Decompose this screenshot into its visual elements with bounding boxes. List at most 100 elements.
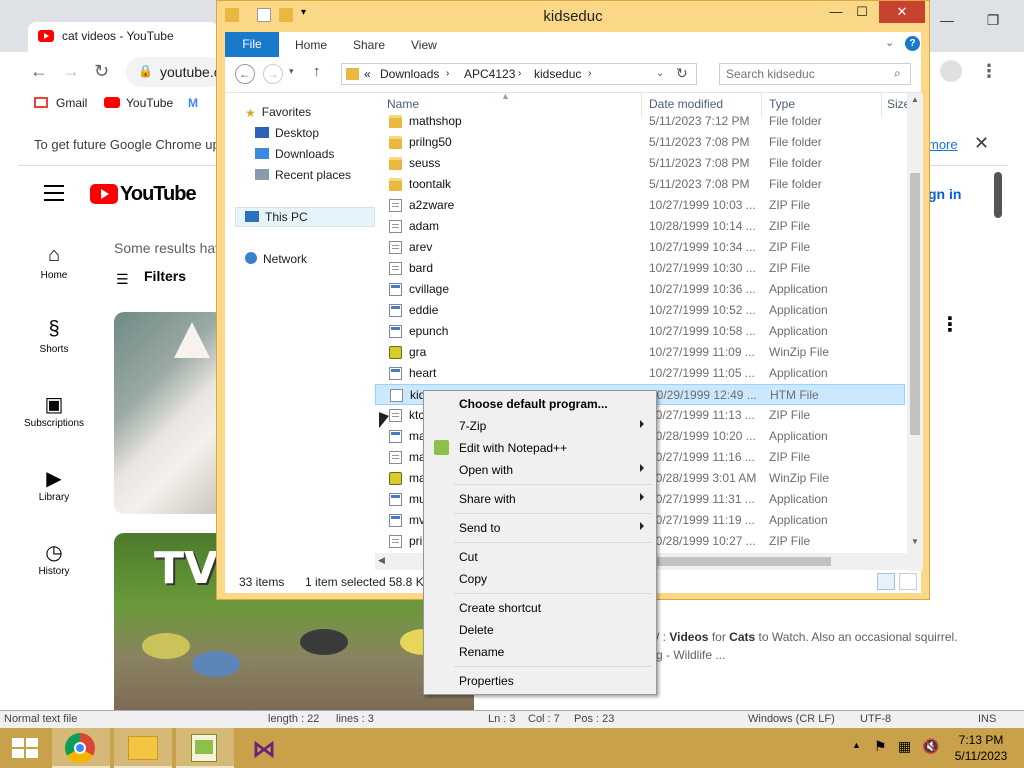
ribbon-expand-icon[interactable]: ⌄ [885,36,894,49]
file-row[interactable]: heart 10/27/1999 11:05 ... Application [375,363,905,384]
up-arrow-icon[interactable]: ↑ [313,63,321,80]
chrome-minimize-button[interactable]: — [934,10,960,30]
chrome-scrollbar-thumb[interactable] [994,172,1002,218]
breadcrumb-chevron-icon[interactable]: › [446,68,449,79]
yt-sidebar-history[interactable]: ◷ History [18,540,90,577]
breadcrumb-kidseduc[interactable]: kidseduc [534,67,581,81]
infobar-learn-more-link[interactable]: more [928,137,958,152]
profile-avatar-icon[interactable] [940,60,962,82]
details-view-icon[interactable] [877,573,895,590]
ribbon-tab-file[interactable]: File [225,32,279,57]
address-bar[interactable]: « Downloads › APC4123 › kidseduc › ⌄ ↻ [341,63,697,85]
omnibox[interactable]: 🔒 youtube.c [126,57,226,87]
explorer-close-button[interactable]: ✕ [879,1,925,23]
recent-locations-icon[interactable]: ▾ [289,66,294,77]
breadcrumb-overflow[interactable]: « [364,67,371,81]
menu-item-cut[interactable]: Cut [426,546,654,568]
taskbar-chrome[interactable] [52,728,110,768]
back-icon[interactable]: ← [235,64,255,84]
yt-sidebar-home[interactable]: ⌂ Home [18,244,90,281]
search-input[interactable] [720,64,890,84]
taskbar-file-explorer[interactable] [114,728,172,768]
ribbon-tab-home[interactable]: Home [295,38,327,52]
tray-overflow-icon[interactable]: ▲ [852,740,861,750]
file-row[interactable]: prilng50 5/11/2023 7:08 PM File folder [375,132,905,153]
nav-favorites[interactable]: ★ Favorites [245,105,311,120]
filters-button[interactable]: Filters [144,268,186,284]
file-row[interactable]: toontalk 5/11/2023 7:08 PM File folder [375,174,905,195]
breadcrumb-chevron-icon[interactable]: › [588,68,591,79]
menu-item-rename[interactable]: Rename [426,641,654,663]
bookmark-gmail[interactable]: Gmail [56,96,87,110]
taskbar-visual-studio[interactable]: ⋈ [238,728,296,768]
breadcrumb-downloads[interactable]: Downloads [380,67,439,81]
file-row[interactable]: seuss 5/11/2023 7:08 PM File folder [375,153,905,174]
column-header-name[interactable]: Name [387,97,419,111]
chrome-menu-kebab-icon[interactable]: ⋮ [980,61,998,81]
back-arrow-icon[interactable]: ← [30,61,48,81]
chrome-restore-button[interactable]: ❐ [980,10,1006,30]
menu-item-create-shortcut[interactable]: Create shortcut [426,597,654,619]
file-row[interactable]: mathshop 5/11/2023 7:12 PM File folder [375,111,905,132]
youtube-logo-icon[interactable] [90,184,118,204]
file-row[interactable]: a2zware 10/27/1999 10:03 ... ZIP File [375,195,905,216]
menu-item-copy[interactable]: Copy [426,568,654,590]
nav-recent-places[interactable]: Recent places [255,168,351,182]
menu-item-send-to[interactable]: Send to [426,517,654,539]
menu-item-share-with[interactable]: Share with [426,488,654,510]
breadcrumb-apc4123[interactable]: APC4123 [464,67,515,81]
menu-item-delete[interactable]: Delete [426,619,654,641]
ribbon-tab-share[interactable]: Share [353,38,385,52]
menu-item-edit-with-notepadpp[interactable]: Edit with Notepad++ [426,437,654,459]
bookmark-youtube[interactable]: YouTube [126,96,173,110]
search-icon[interactable]: ⌕ [894,66,901,81]
chrome-tab-cat-videos[interactable]: cat videos - YouTube [28,22,218,52]
youtube-menu-icon[interactable] [44,185,64,206]
youtube-logo-text[interactable]: YouTube [120,183,197,206]
taskbar-clock[interactable]: 7:13 PM 5/11/2023 [946,732,1016,764]
nav-network[interactable]: Network [245,252,307,266]
file-row[interactable]: adam 10/28/1999 10:14 ... ZIP File [375,216,905,237]
column-header-date[interactable]: Date modified [649,97,723,111]
refresh-icon[interactable]: ↻ [676,65,688,82]
ribbon-tab-view[interactable]: View [411,38,437,52]
scroll-up-icon[interactable]: ▲ [907,95,923,104]
file-row[interactable]: bard 10/27/1999 10:30 ... ZIP File [375,258,905,279]
vscroll-thumb[interactable] [910,173,920,435]
yt-sidebar-subscriptions[interactable]: ▣ Subscriptions [18,392,90,429]
forward-icon[interactable]: → [263,64,283,84]
file-row[interactable]: cvillage 10/27/1999 10:36 ... Application [375,279,905,300]
network-tray-icon[interactable]: ▦ [898,738,911,755]
menu-item-properties[interactable]: Properties [426,670,654,692]
file-list-vscroll[interactable]: ▲ ▼ [907,93,923,571]
youtube-sign-in-button[interactable]: gn in [928,186,961,202]
reload-icon[interactable]: ↻ [94,61,109,81]
taskbar-notepadpp[interactable] [176,728,234,768]
explorer-titlebar[interactable]: ▾ kidseduc — ☐ ✕ [217,1,929,31]
breadcrumb-chevron-icon[interactable]: › [518,68,521,79]
action-center-flag-icon[interactable]: ⚑ [874,738,887,755]
search-box[interactable]: ⌕ [719,63,911,85]
large-icons-view-icon[interactable] [899,573,917,590]
help-icon[interactable]: ? [905,36,920,51]
infobar-close-icon[interactable]: ✕ [974,133,989,154]
video-thumbnail-kitten[interactable] [114,312,224,514]
menu-item-choose-default-program[interactable]: Choose default program... [426,393,654,415]
menu-item-open-with[interactable]: Open with [426,459,654,481]
file-row[interactable]: epunch 10/27/1999 10:58 ... Application [375,321,905,342]
nav-downloads[interactable]: Downloads [255,147,334,161]
forward-arrow-icon[interactable]: → [62,61,80,81]
scroll-down-icon[interactable]: ▼ [907,537,923,546]
yt-sidebar-library[interactable]: ▶ Library [18,466,90,503]
file-row[interactable]: gra 10/27/1999 11:09 ... WinZip File [375,342,905,363]
nav-this-pc[interactable]: This PC [245,210,308,224]
volume-muted-icon[interactable]: 🔇 [922,738,939,755]
file-row[interactable]: eddie 10/27/1999 10:52 ... Application [375,300,905,321]
bookmark-maps[interactable]: M [188,96,198,110]
address-dropdown-icon[interactable]: ⌄ [656,68,664,79]
file-row[interactable]: arev 10/27/1999 10:34 ... ZIP File [375,237,905,258]
nav-desktop[interactable]: Desktop [255,126,319,140]
column-header-type[interactable]: Type [769,97,795,111]
scroll-left-icon[interactable]: ◀ [378,555,385,566]
video-more-icon[interactable]: ⋮ [940,312,960,337]
